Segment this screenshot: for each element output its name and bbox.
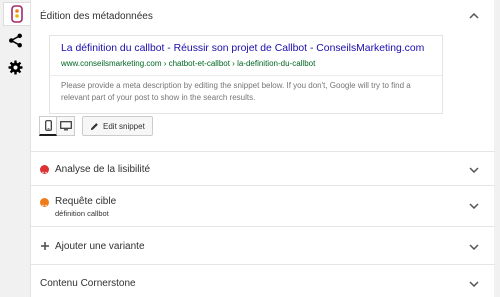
- social-tab[interactable]: [3, 28, 27, 52]
- mobile-icon: [44, 120, 52, 131]
- section-title-add-variant: Ajouter une variante: [55, 241, 145, 252]
- mobile-preview-button[interactable]: [39, 116, 57, 136]
- snippet-url: www.conseilsmarketing.com › chatbot-et-c…: [61, 59, 316, 68]
- google-preview[interactable]: La définition du callbot - Réussir son p…: [49, 35, 443, 114]
- yoast-metabox: Édition des métadonnées La définition du…: [30, 0, 495, 297]
- pencil-icon: [90, 122, 98, 130]
- chevron-down-icon[interactable]: [469, 203, 479, 209]
- section-title-cornerstone: Contenu Cornerstone: [40, 278, 136, 289]
- chevron-down-icon[interactable]: [469, 167, 479, 173]
- desktop-icon: [59, 121, 72, 131]
- cornerstone-section[interactable]: Contenu Cornerstone: [31, 265, 495, 297]
- plus-icon: [41, 242, 49, 250]
- chevron-up-icon[interactable]: [469, 13, 479, 19]
- traffic-light-tab[interactable]: [3, 2, 30, 26]
- sidebar-rail: [0, 0, 30, 297]
- traffic-light-icon: [11, 5, 23, 23]
- preview-mode-toggle: [39, 116, 75, 136]
- snippet-title[interactable]: La définition du callbot - Réussir son p…: [61, 43, 424, 54]
- chevron-down-icon[interactable]: [469, 244, 479, 250]
- share-icon: [8, 33, 22, 47]
- keyphrase-value: définition callbot: [55, 209, 109, 218]
- neutral-face-icon: [40, 198, 49, 209]
- settings-tab[interactable]: [3, 55, 27, 79]
- desktop-preview-button[interactable]: [57, 116, 75, 136]
- snippet-description[interactable]: Please provide a meta description by edi…: [61, 80, 433, 104]
- metadata-section: Édition des métadonnées La définition du…: [31, 0, 495, 152]
- section-title-readability: Analyse de la lisibilité: [55, 164, 151, 175]
- divider: [50, 75, 442, 76]
- readability-section[interactable]: Analyse de la lisibilité: [31, 152, 495, 186]
- gear-icon: [7, 59, 23, 75]
- edit-snippet-button[interactable]: Edit snippet: [82, 116, 153, 136]
- add-variant-section[interactable]: Ajouter une variante: [31, 227, 495, 265]
- section-title-keyphrase: Requête cible: [55, 196, 117, 207]
- edit-snippet-label: Edit snippet: [103, 121, 145, 131]
- sad-face-icon: [40, 165, 49, 176]
- keyphrase-section[interactable]: Requête cible définition callbot: [31, 186, 495, 227]
- chevron-down-icon[interactable]: [469, 281, 479, 287]
- section-title-metadata[interactable]: Édition des métadonnées: [40, 11, 153, 22]
